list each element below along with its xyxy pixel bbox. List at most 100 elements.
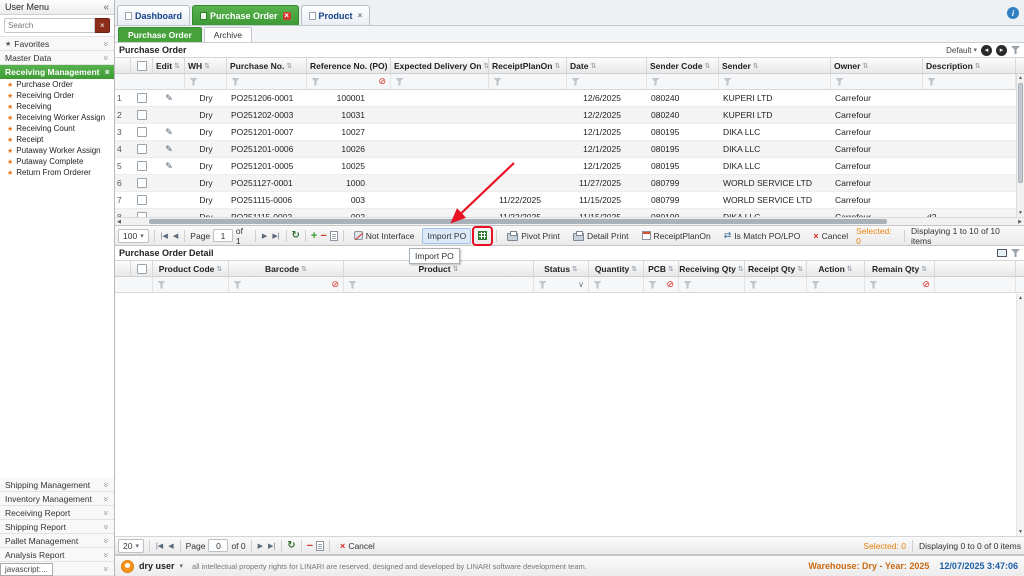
column-header-purchase-no[interactable]: Purchase No.⇅ — [227, 58, 307, 73]
detail-cancel-button[interactable]: × Cancel — [335, 538, 380, 554]
sidebar-item-receipt[interactable]: ★Receipt — [0, 134, 114, 145]
filter-funnel-icon[interactable] — [311, 78, 320, 86]
column-header-barcode[interactable]: Barcode⇅ — [229, 261, 344, 276]
filter-icon[interactable] — [1011, 46, 1020, 54]
column-header-sender[interactable]: Sender⇅ — [719, 58, 831, 73]
detail-print-button[interactable]: Detail Print — [568, 228, 634, 244]
po-table-row[interactable]: 6DryPO251127-0001100011/27/2025080799WOR… — [115, 175, 1024, 192]
edit-pencil-icon[interactable]: ✎ — [165, 127, 173, 138]
scroll-down-icon[interactable]: ▼ — [1017, 528, 1024, 536]
filter-funnel-icon[interactable] — [189, 78, 198, 86]
pivot-print-button[interactable]: Pivot Print — [502, 228, 565, 244]
column-filter-wh[interactable] — [185, 74, 227, 89]
info-icon[interactable]: i — [1007, 7, 1019, 19]
row-checkbox[interactable] — [137, 110, 147, 120]
sidebar-section-inventory-management[interactable]: Inventory Management» — [0, 492, 114, 506]
filter-funnel-icon[interactable] — [233, 281, 242, 289]
prev-page-button[interactable]: ◀ — [167, 542, 174, 550]
tab-close-icon[interactable]: × — [358, 12, 363, 20]
filter-funnel-icon[interactable] — [869, 281, 878, 289]
import-po-file-button[interactable] — [474, 228, 491, 244]
prev-page-button[interactable]: ◀ — [172, 232, 179, 240]
page-input[interactable]: 0 — [208, 539, 228, 552]
first-page-button[interactable]: |◀ — [155, 542, 164, 550]
select-all-checkbox[interactable] — [137, 264, 147, 274]
column-header-remain-qty[interactable]: Remain Qty⇅ — [865, 261, 935, 276]
filter-funnel-icon[interactable] — [348, 281, 357, 289]
sidebar-item-putaway-worker-assign[interactable]: ★Putaway Worker Assign — [0, 145, 114, 156]
column-filter-owner[interactable] — [831, 74, 923, 89]
scrollbar-thumb[interactable] — [1018, 83, 1023, 183]
is-match-po-lpo-button[interactable]: ⇄ Is Match PO/LPO — [719, 228, 806, 244]
sidebar-item-receiving[interactable]: ★Receiving — [0, 101, 114, 112]
po-table-row[interactable]: 5✎DryPO251201-00051002512/1/2025080195DI… — [115, 158, 1024, 175]
sidebar-item-return-from-orderer[interactable]: ★Return From Orderer — [0, 167, 114, 178]
filter-funnel-icon[interactable] — [157, 281, 166, 289]
column-filter-purchase-no[interactable] — [227, 74, 307, 89]
column-header-status[interactable]: Status⇅ — [534, 261, 589, 276]
edit-pencil-icon[interactable]: ✎ — [165, 144, 173, 155]
detail-vertical-scrollbar[interactable]: ▲ ▼ — [1016, 294, 1024, 536]
column-filter-receiving-qty[interactable] — [679, 277, 745, 292]
scroll-up-icon[interactable]: ▲ — [1017, 294, 1024, 302]
filter-funnel-icon[interactable] — [231, 78, 240, 86]
row-checkbox[interactable] — [137, 127, 147, 137]
column-header-expected-delivery-on[interactable]: Expected Delivery On⇅ — [391, 58, 489, 73]
sidebar-section-master-data[interactable]: Master Data» — [0, 51, 114, 65]
column-header-description[interactable]: Description⇅ — [923, 58, 1016, 73]
po-horizontal-scrollbar[interactable]: ◀ ▶ — [115, 217, 1024, 225]
filter-funnel-icon[interactable] — [723, 78, 732, 86]
filter-icon[interactable] — [1011, 249, 1020, 257]
sidebar-section-shipping-report[interactable]: Shipping Report» — [0, 520, 114, 534]
subtab-purchase-order[interactable]: Purchase Order — [118, 27, 202, 42]
column-header-action[interactable]: Action⇅ — [807, 261, 865, 276]
import-po-button[interactable]: Import PO — [422, 228, 471, 244]
refresh-icon[interactable]: ↻ — [292, 230, 300, 241]
column-header-product-code[interactable]: Product Code⇅ — [153, 261, 229, 276]
remove-row-icon[interactable]: − — [320, 230, 326, 242]
select-all-checkbox[interactable] — [137, 61, 147, 71]
filter-funnel-icon[interactable] — [683, 281, 692, 289]
monitor-icon[interactable] — [997, 249, 1007, 257]
row-checkbox[interactable] — [137, 195, 147, 205]
last-page-button[interactable]: ▶| — [271, 232, 280, 240]
po-vertical-scrollbar[interactable]: ▲ ▼ — [1016, 74, 1024, 217]
filter-funnel-icon[interactable] — [538, 281, 547, 289]
sidebar-collapse-icon[interactable]: « — [103, 2, 109, 13]
tab-dashboard[interactable]: Dashboard — [117, 5, 190, 25]
column-header-edit[interactable]: Edit⇅ — [153, 58, 185, 73]
row-checkbox[interactable] — [137, 178, 147, 188]
last-page-button[interactable]: ▶| — [267, 542, 276, 550]
sidebar-section-analysis-report[interactable]: Analysis Report» — [0, 548, 114, 562]
detail-page-size-select[interactable]: 20 ▾ — [118, 539, 144, 553]
column-header-sender-code[interactable]: Sender Code⇅ — [647, 58, 719, 73]
sidebar-search-input[interactable] — [4, 18, 95, 33]
sidebar-item-receiving-count[interactable]: ★Receiving Count — [0, 123, 114, 134]
sidebar-item-putaway-complete[interactable]: ★Putaway Complete — [0, 156, 114, 167]
filter-clear-icon[interactable]: ⊘ — [922, 280, 930, 289]
column-filter-pcb[interactable]: ⊘ — [644, 277, 679, 292]
cancel-button[interactable]: × Cancel — [808, 228, 853, 244]
column-filter-quantity[interactable] — [589, 277, 644, 292]
first-page-button[interactable]: |◀ — [160, 232, 169, 240]
column-header-date[interactable]: Date⇅ — [567, 58, 647, 73]
document-icon[interactable] — [330, 231, 338, 241]
filter-funnel-icon[interactable] — [835, 78, 844, 86]
circle-arrow-left-icon[interactable]: ◂ — [981, 45, 992, 56]
po-table-row[interactable]: 1✎DryPO251206-000110000112/6/2025080240K… — [115, 90, 1024, 107]
sidebar-item-receiving-worker-assign[interactable]: ★Receiving Worker Assign — [0, 112, 114, 123]
search-clear-icon[interactable] — [95, 18, 110, 33]
filter-funnel-icon[interactable] — [927, 78, 936, 86]
not-interface-button[interactable]: Not Interface — [349, 228, 420, 244]
filter-clear-icon[interactable]: ⊘ — [666, 280, 674, 289]
po-table-row[interactable]: 7DryPO251115-000600311/22/202511/15/2025… — [115, 192, 1024, 209]
view-select[interactable]: Default ▾ — [946, 46, 977, 55]
po-table-row[interactable]: 2DryPO251202-00031003112/2/2025080240KUP… — [115, 107, 1024, 124]
sidebar-section-receiving-report[interactable]: Receiving Report» — [0, 506, 114, 520]
row-checkbox[interactable] — [137, 161, 147, 171]
column-filter-receiptplanon[interactable] — [489, 74, 567, 89]
edit-pencil-icon[interactable]: ✎ — [165, 161, 173, 172]
column-filter-sender[interactable] — [719, 74, 831, 89]
column-filter-expected-delivery-on[interactable] — [391, 74, 489, 89]
column-header-receiving-qty[interactable]: Receiving Qty⇅ — [679, 261, 745, 276]
